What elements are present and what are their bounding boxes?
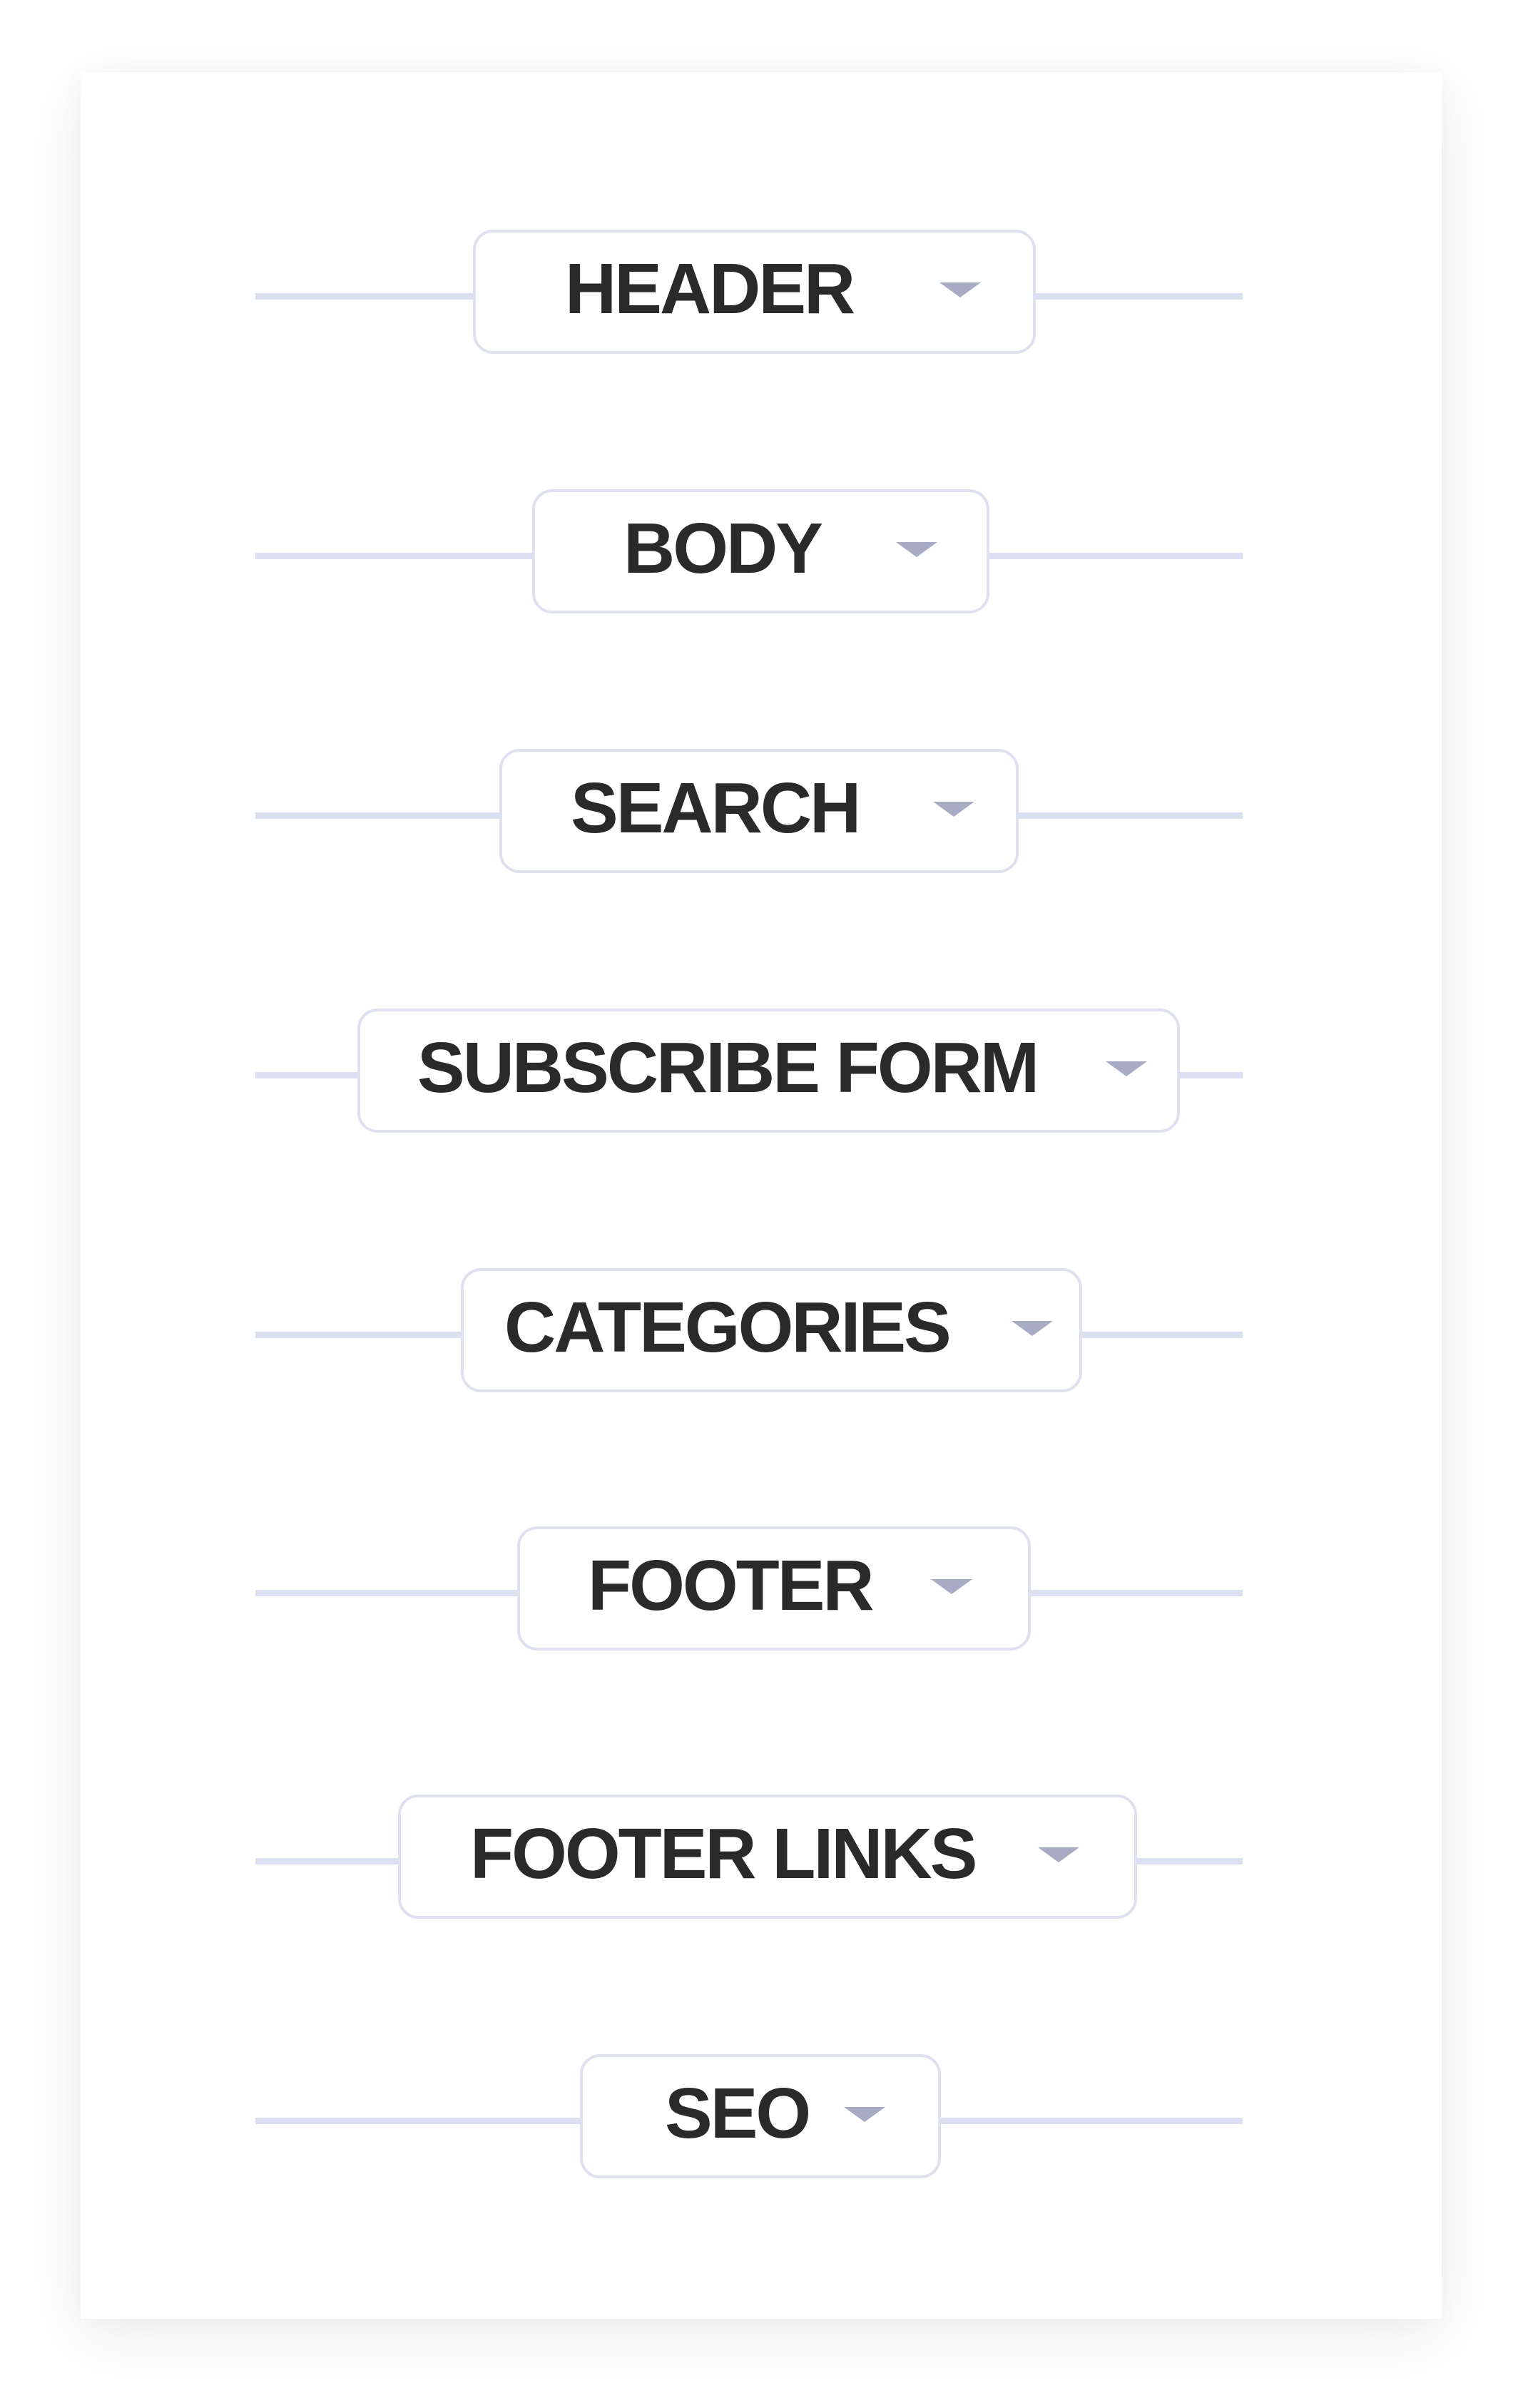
caret-down-icon[interactable]: [1038, 1847, 1079, 1862]
section-dropdown-header[interactable]: HEADER: [473, 230, 1036, 354]
section-dropdown-categories[interactable]: CATEGORIES: [461, 1268, 1082, 1392]
caret-down-icon[interactable]: [1106, 1061, 1147, 1076]
section-dropdown-search[interactable]: SEARCH: [499, 749, 1019, 873]
caret-down-icon[interactable]: [844, 2107, 885, 2122]
section-label: HEADER: [565, 249, 855, 329]
section-dropdown-body[interactable]: BODY: [532, 489, 989, 613]
layout-sections-card: [81, 72, 1442, 2319]
caret-down-icon[interactable]: [896, 542, 937, 557]
section-dropdown-footer-links[interactable]: FOOTER LINKS: [398, 1795, 1137, 1919]
section-label: SUBSCRIBE FORM: [417, 1028, 1039, 1108]
section-label: FOOTER LINKS: [470, 1814, 977, 1894]
caret-down-icon[interactable]: [933, 802, 974, 817]
caret-down-icon[interactable]: [1012, 1321, 1053, 1336]
section-label: FOOTER: [588, 1546, 875, 1626]
section-label: SEARCH: [571, 768, 861, 848]
section-dropdown-footer[interactable]: FOOTER: [517, 1526, 1031, 1651]
section-dropdown-seo[interactable]: SEO: [580, 2054, 941, 2178]
section-label: SEO: [665, 2073, 811, 2153]
section-label: CATEGORIES: [504, 1287, 952, 1367]
caret-down-icon[interactable]: [939, 282, 981, 297]
section-dropdown-subscribe-form[interactable]: SUBSCRIBE FORM: [357, 1009, 1180, 1133]
caret-down-icon[interactable]: [931, 1579, 972, 1594]
section-label: BODY: [623, 509, 823, 588]
